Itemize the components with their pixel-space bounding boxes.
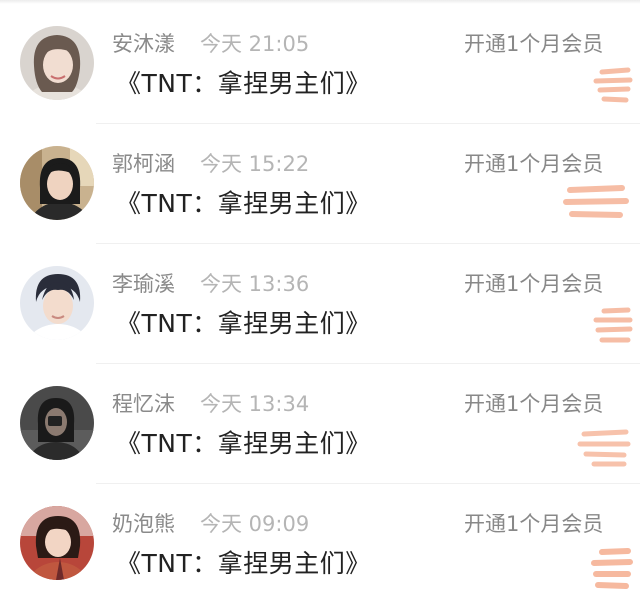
user-name: 李瑜溪: [112, 272, 175, 296]
purchase-list: 安沐漾 今天 21:05 开通1个月会员 《TNT：拿捏男主们》 郭柯涵 今天 …: [0, 4, 640, 604]
book-title: 《TNT：拿捏男主们》: [116, 549, 371, 578]
timestamp: 今天 21:05: [200, 32, 310, 56]
action-text: 开通1个月会员: [464, 512, 604, 536]
avatar[interactable]: [20, 146, 94, 220]
book-title: 《TNT：拿捏男主们》: [116, 309, 371, 338]
action-text: 开通1个月会员: [464, 392, 604, 416]
avatar[interactable]: [20, 266, 94, 340]
avatar[interactable]: [20, 26, 94, 100]
action-text: 开通1个月会员: [464, 272, 604, 296]
user-name: 郭柯涵: [112, 152, 175, 176]
book-title: 《TNT：拿捏男主们》: [116, 69, 371, 98]
timestamp: 今天 09:09: [200, 512, 310, 536]
book-title: 《TNT：拿捏男主们》: [116, 429, 371, 458]
list-item[interactable]: 奶泡熊 今天 09:09 开通1个月会员 《TNT：拿捏男主们》: [0, 484, 640, 604]
smudge-icon: [574, 426, 634, 470]
timestamp: 今天 13:36: [200, 272, 310, 296]
list-item[interactable]: 郭柯涵 今天 15:22 开通1个月会员 《TNT：拿捏男主们》: [0, 124, 640, 244]
smudge-icon: [562, 182, 632, 226]
timestamp: 今天 13:34: [200, 392, 310, 416]
list-item[interactable]: 李瑜溪 今天 13:36 开通1个月会员 《TNT：拿捏男主们》: [0, 244, 640, 364]
avatar[interactable]: [20, 386, 94, 460]
action-text: 开通1个月会员: [464, 32, 604, 56]
smudge-icon: [588, 66, 634, 108]
user-name: 奶泡熊: [112, 512, 175, 536]
timestamp: 今天 15:22: [200, 152, 310, 176]
user-name: 程忆沫: [112, 392, 175, 416]
book-title: 《TNT：拿捏男主们》: [116, 189, 371, 218]
avatar[interactable]: [20, 506, 94, 580]
user-name: 安沐漾: [112, 32, 175, 56]
smudge-icon: [586, 546, 634, 592]
list-item[interactable]: 安沐漾 今天 21:05 开通1个月会员 《TNT：拿捏男主们》: [0, 4, 640, 124]
list-item[interactable]: 程忆沫 今天 13:34 开通1个月会员 《TNT：拿捏男主们》: [0, 364, 640, 484]
action-text: 开通1个月会员: [464, 152, 604, 176]
smudge-icon: [588, 306, 634, 348]
